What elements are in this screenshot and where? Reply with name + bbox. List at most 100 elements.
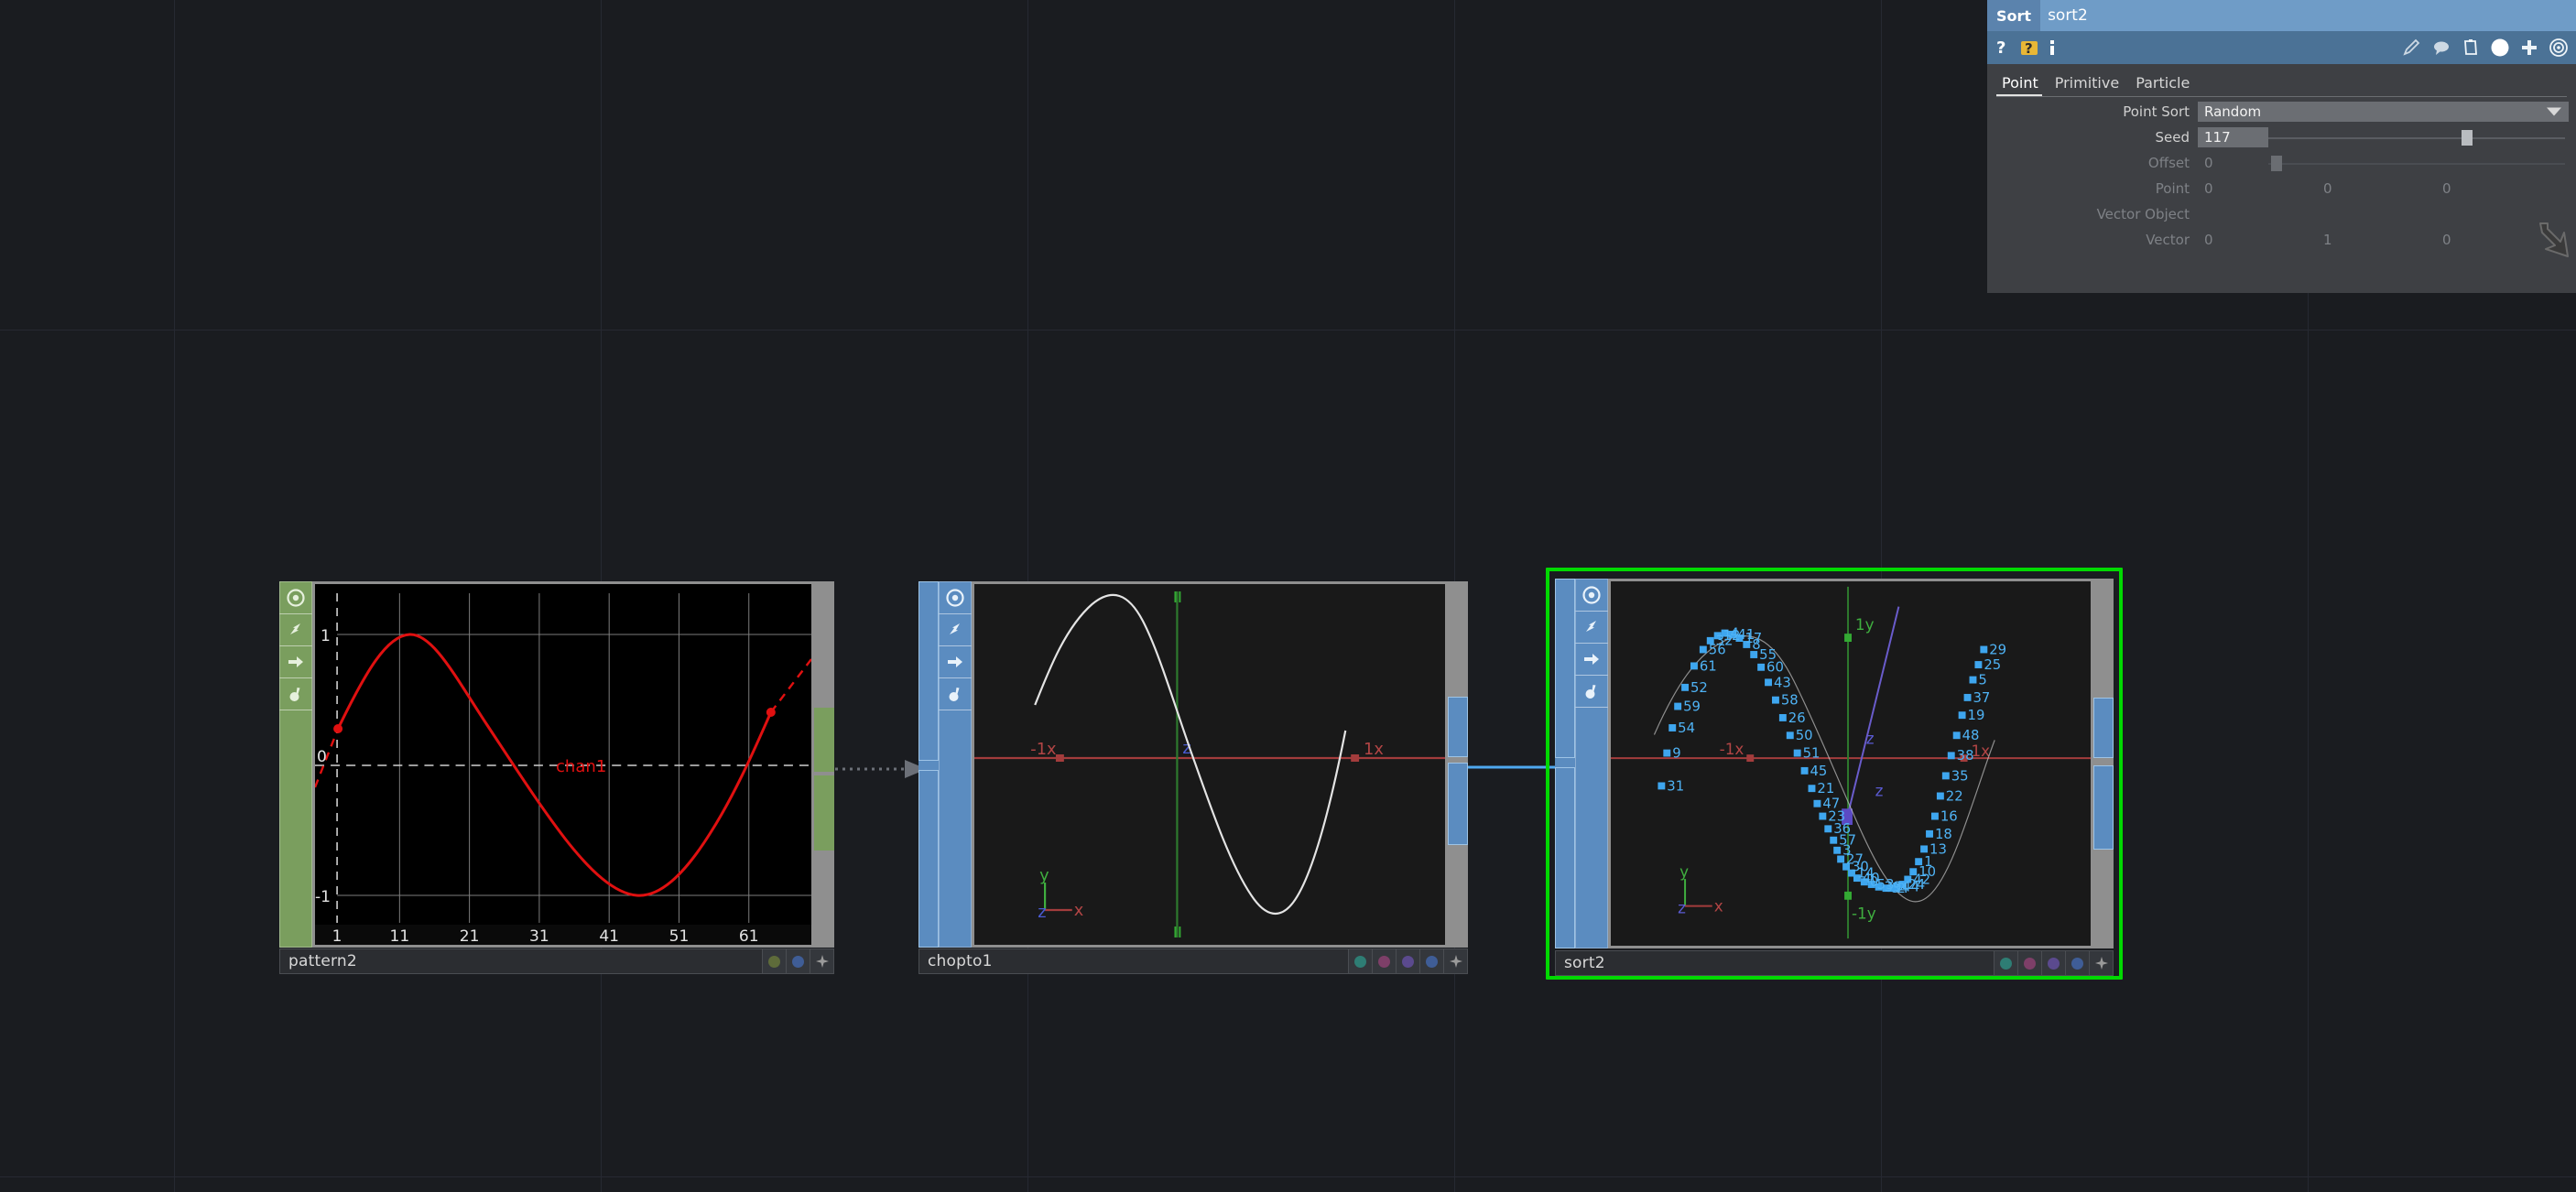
lock-icon[interactable] — [1575, 675, 1608, 708]
channel-motion-icon[interactable] — [939, 613, 972, 646]
lock-icon[interactable] — [939, 677, 972, 710]
point-y-input[interactable]: 0 — [2317, 180, 2436, 197]
badge-blue-dot[interactable] — [2065, 951, 2089, 975]
info-icon[interactable] — [2048, 38, 2057, 57]
mouse-cursor-icon — [2539, 222, 2569, 257]
badge-plus-icon[interactable] — [810, 949, 833, 973]
node-footer-pattern2[interactable]: pattern2 — [279, 948, 834, 974]
node-viewer-sort2[interactable]: 1y -1y -1x 1x z z 31 9 54 59 52 61 56 32… — [1608, 579, 2093, 948]
output-connector-strip-pattern2[interactable] — [814, 581, 834, 948]
svg-text:9: 9 — [1672, 746, 1680, 762]
geometry-viewport-sort2: 1y -1y -1x 1x z z 3195459526156321244117… — [1611, 581, 2091, 946]
badge-violet-dot[interactable] — [1396, 949, 1419, 973]
output-connector-strip-sort2[interactable] — [2093, 579, 2114, 948]
input-connector-1[interactable] — [918, 770, 939, 948]
svg-text:43: 43 — [1774, 675, 1791, 690]
pencil-icon[interactable] — [2402, 38, 2422, 58]
lock-icon[interactable] — [279, 677, 312, 710]
output-connector-0[interactable] — [1448, 697, 1468, 757]
bypass-arrow-icon[interactable] — [939, 645, 972, 678]
input-connector-strip-sort2[interactable] — [1555, 579, 1575, 948]
param-label-seed: Seed — [2155, 128, 2190, 146]
input-connector-0[interactable] — [918, 581, 939, 761]
bypass-arrow-icon[interactable] — [279, 645, 312, 678]
badge-teal-dot[interactable] — [1994, 951, 2017, 975]
bypass-arrow-icon[interactable] — [1575, 643, 1608, 676]
param-label-point: Point — [2155, 179, 2190, 197]
input-connector-strip-chopto1[interactable] — [918, 581, 939, 948]
badge-olive-dot[interactable] — [762, 949, 786, 973]
input-connector-1[interactable] — [1555, 767, 1575, 948]
target-icon[interactable] — [2549, 38, 2569, 58]
badge-plus-icon[interactable] — [2089, 951, 2113, 975]
badge-blue-dot[interactable] — [786, 949, 810, 973]
svg-text:z: z — [1038, 903, 1046, 922]
svg-text:16: 16 — [1940, 808, 1958, 824]
display-render-icon[interactable] — [939, 581, 972, 614]
param-row-offset: Offset 0 — [1987, 151, 2576, 174]
node-name-field[interactable]: sort2 — [2040, 0, 2576, 31]
svg-text:?: ? — [2025, 40, 2033, 57]
svg-text:1: 1 — [332, 927, 342, 945]
flag-column — [939, 581, 972, 948]
badge-violet-dot[interactable] — [2041, 951, 2065, 975]
svg-text:22: 22 — [1946, 788, 1963, 804]
seed-slider[interactable] — [2268, 127, 2565, 147]
plus-icon[interactable] — [2519, 38, 2539, 58]
channel-motion-icon[interactable] — [279, 613, 312, 646]
output-connector-0[interactable] — [814, 708, 834, 772]
display-render-icon[interactable] — [1575, 579, 1608, 612]
svg-text:35: 35 — [1951, 768, 1969, 784]
seed-input[interactable]: 117 — [2198, 126, 2268, 147]
display-render-icon[interactable] — [279, 581, 312, 614]
svg-text:59: 59 — [1683, 699, 1701, 714]
node-pattern2[interactable]: 1 0 -1 chan1 1 11 21 31 41 51 61 pattern… — [279, 581, 834, 975]
svg-text:1: 1 — [321, 627, 331, 645]
parameter-toolbar: ? ? — [1987, 31, 2576, 64]
point-sort-dropdown[interactable]: Random — [2198, 101, 2569, 122]
offset-input[interactable]: 0 — [2198, 155, 2268, 171]
help-question-icon[interactable]: ? — [1994, 38, 2011, 57]
badge-magenta-dot[interactable] — [2017, 951, 2041, 975]
point-z-input[interactable]: 0 — [2436, 180, 2555, 197]
svg-text:-1: -1 — [315, 888, 331, 906]
node-badges-sort2 — [1994, 951, 2113, 975]
node-footer-chopto1[interactable]: chopto1 — [918, 948, 1468, 974]
output-connector-1[interactable] — [2093, 765, 2114, 850]
offset-slider[interactable] — [2268, 153, 2565, 173]
vector-y-input[interactable]: 1 — [2317, 232, 2436, 248]
badge-plus-icon[interactable] — [1443, 949, 1467, 973]
point-x-input[interactable]: 0 — [2198, 180, 2317, 197]
vector-x-input[interactable]: 0 — [2198, 232, 2317, 248]
svg-text:19: 19 — [1968, 708, 1985, 723]
tab-primitive[interactable]: Primitive — [2049, 74, 2130, 97]
output-connector-0[interactable] — [2093, 698, 2114, 758]
parameter-panel[interactable]: Sort sort2 ? ? Point Primitive Particle … — [1987, 0, 2576, 293]
output-connector-1[interactable] — [1448, 763, 1468, 845]
badge-blue-dot[interactable] — [1419, 949, 1443, 973]
svg-text:38: 38 — [1957, 748, 1974, 764]
clipboard-icon[interactable] — [2461, 38, 2481, 58]
svg-text:18: 18 — [1935, 827, 1952, 842]
houdini-network-editor: 1 0 -1 chan1 1 11 21 31 41 51 61 pattern… — [0, 0, 2576, 1192]
node-viewer-pattern2[interactable]: 1 0 -1 chan1 1 11 21 31 41 51 61 — [312, 581, 814, 948]
node-label-pattern2: pattern2 — [288, 952, 357, 970]
tab-particle[interactable]: Particle — [2130, 74, 2201, 97]
svg-text:y: y — [1039, 866, 1049, 885]
output-connector-strip-chopto1[interactable] — [1448, 581, 1468, 948]
node-sort2[interactable]: 1y -1y -1x 1x z z 31 9 54 59 52 61 56 32… — [1546, 568, 2123, 980]
input-connector-0[interactable] — [1555, 579, 1575, 758]
node-chopto1[interactable]: -1x 1x z y x z chopto1 — [918, 581, 1468, 975]
node-footer-sort2[interactable]: sort2 — [1555, 950, 2114, 976]
python-icon[interactable] — [2490, 38, 2510, 58]
comment-icon[interactable] — [2431, 38, 2451, 58]
channel-motion-icon[interactable] — [1575, 611, 1608, 644]
output-connector-1[interactable] — [814, 775, 834, 851]
svg-text:50: 50 — [1796, 728, 1813, 743]
param-label-point-sort: Point Sort — [2123, 103, 2190, 120]
badge-magenta-dot[interactable] — [1372, 949, 1396, 973]
node-viewer-chopto1[interactable]: -1x 1x z y x z — [972, 581, 1448, 948]
tab-point[interactable]: Point — [1996, 74, 2049, 97]
help-question-yellow-icon[interactable]: ? — [2020, 38, 2038, 57]
badge-teal-dot[interactable] — [1348, 949, 1372, 973]
